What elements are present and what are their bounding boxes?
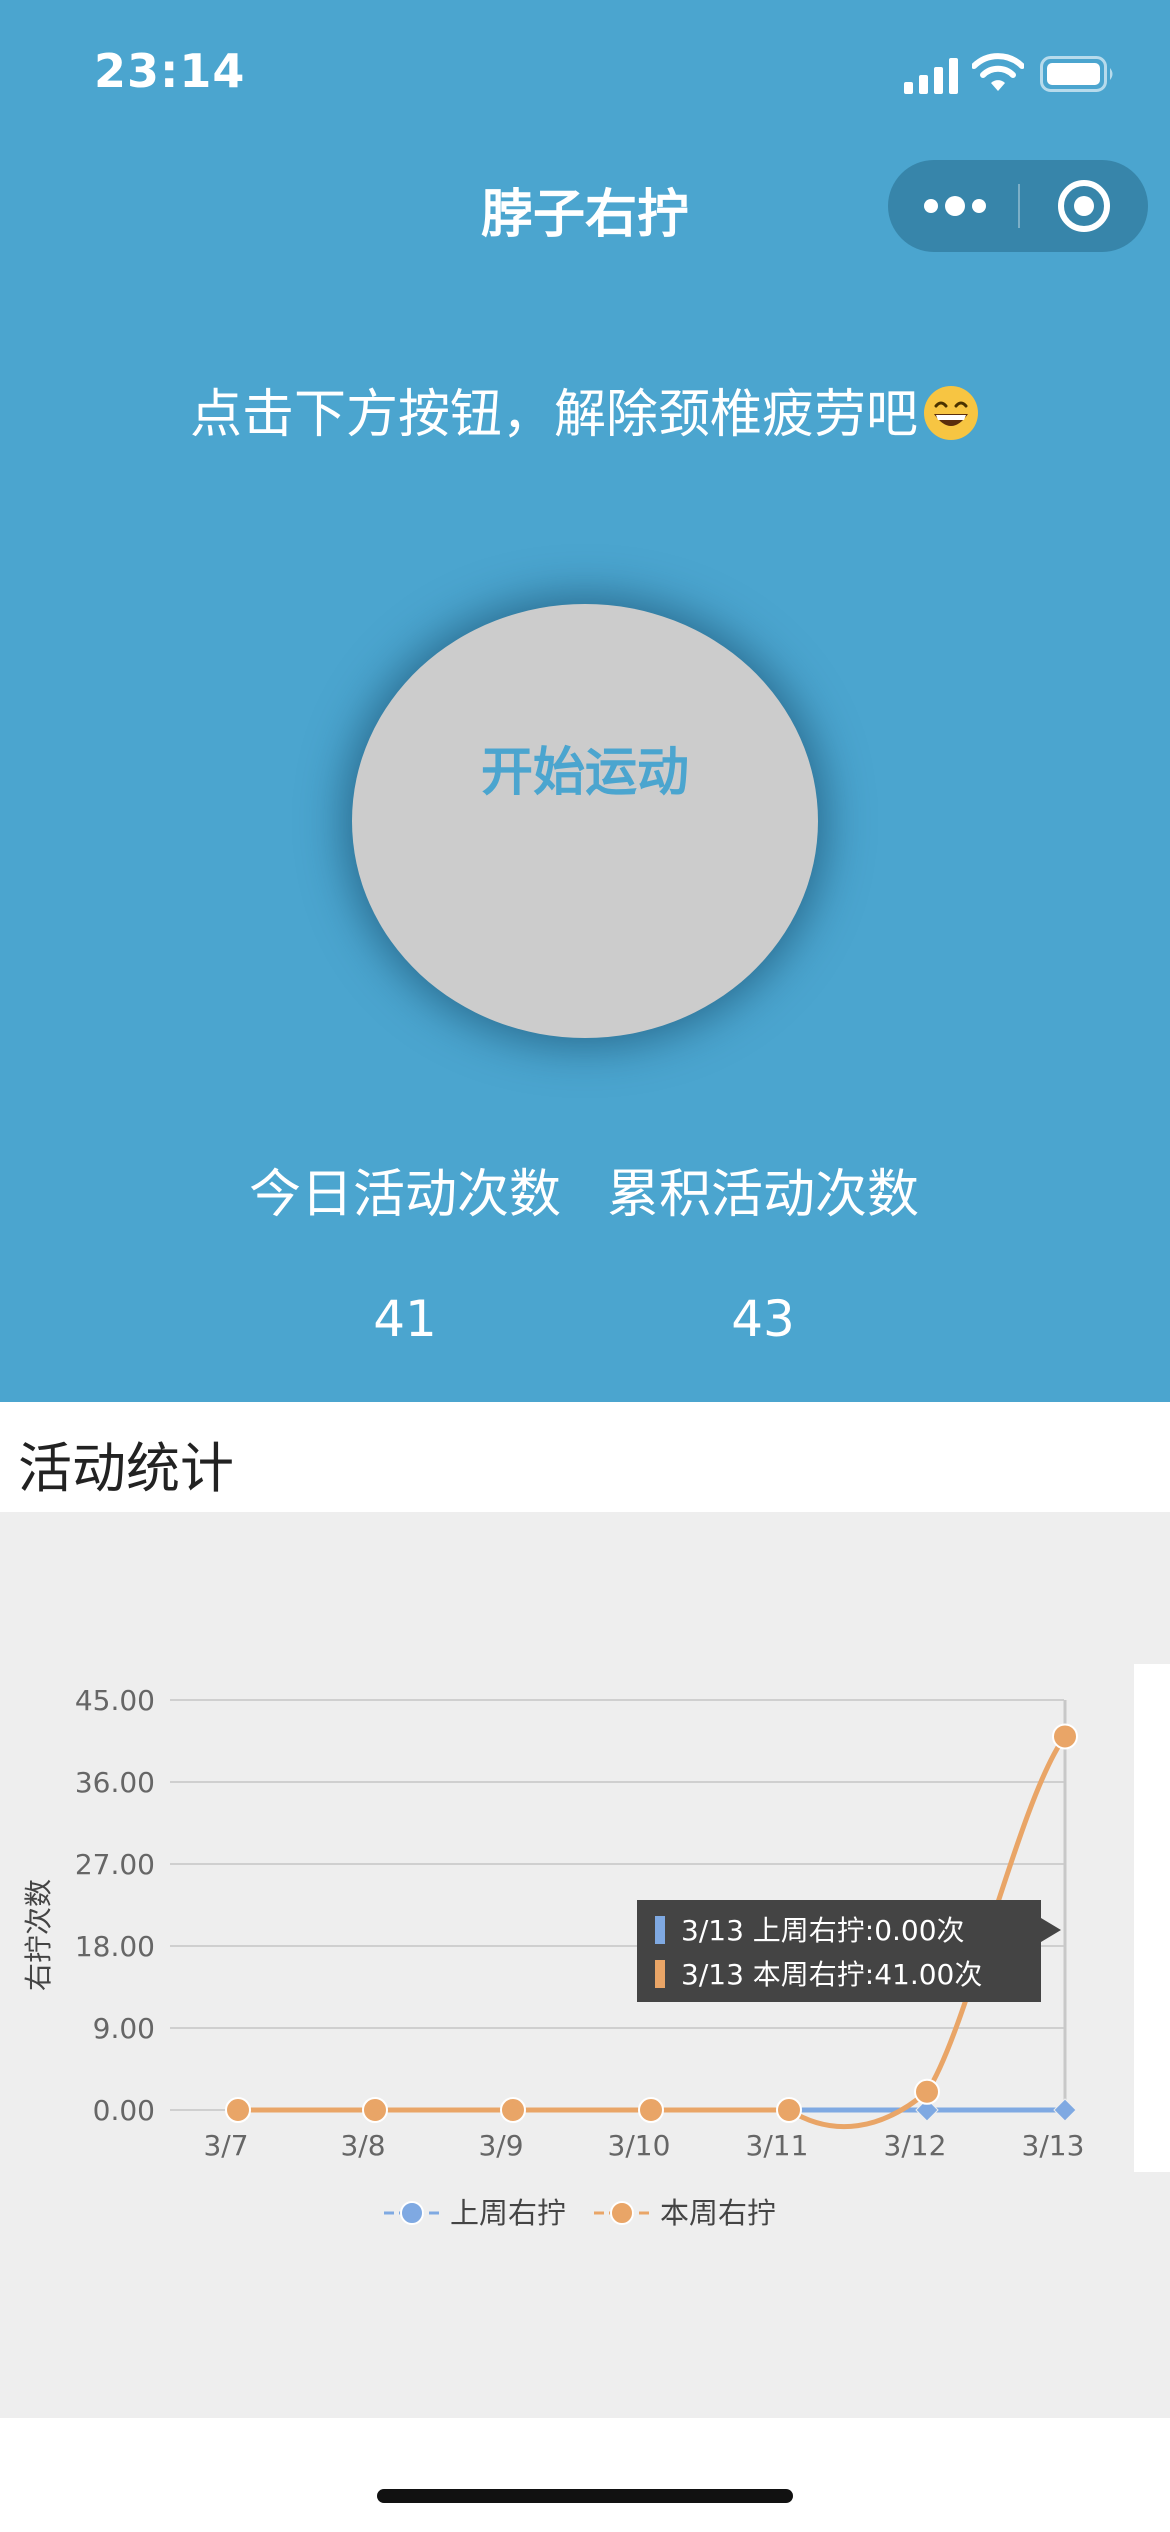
close-target-icon[interactable] [1020,160,1148,252]
cellular-signal-icon [904,58,958,94]
y-tick-label: 9.00 [93,2012,155,2045]
series-this-week-point[interactable] [638,2097,664,2123]
series-this-week-point[interactable] [362,2097,388,2123]
y-axis-title: 右拧次数 [22,1879,55,1991]
wifi-icon [972,53,1024,91]
total-count-value: 43 [731,1290,795,1348]
tooltip-line: 3/13 上周右拧:0.00次 [681,1914,965,1947]
y-tick-label: 27.00 [75,1848,155,1881]
section-title: 活动统计 [18,1437,234,1500]
series-last-week-point[interactable] [1053,2098,1077,2122]
status-bar: 23:14 [0,0,1170,140]
tooltip-swatch [655,1916,665,1944]
x-tick-label: 3/11 [746,2129,809,2162]
start-exercise-button[interactable]: 开始运动 [352,604,818,1038]
x-tick-label: 3/13 [1022,2129,1085,2162]
series-this-week-point[interactable] [1052,1723,1078,1750]
hero-panel: 23:14 脖子右拧 点击下方按钮，解除颈椎疲劳吧 开始运动 今日活动次数 累积… [0,0,1170,1402]
hint-label: 点击下方按钮，解除颈椎疲劳吧 [189,385,918,445]
legend-marker [400,2201,424,2225]
more-icon[interactable] [888,160,1018,252]
chart-side-strip [1134,1664,1170,2172]
page: 23:14 脖子右拧 点击下方按钮，解除颈椎疲劳吧 开始运动 今日活动次数 累积… [0,0,1170,2532]
hint-text: 点击下方按钮，解除颈椎疲劳吧 [0,372,1170,447]
mini-program-capsule [888,160,1148,252]
series-this-week-point[interactable] [500,2097,526,2123]
series-this-week-point[interactable] [914,2078,940,2105]
x-tick-label: 3/9 [478,2129,523,2162]
activity-line-chart[interactable]: 0.00 9.00 18.00 27.00 36.00 45.00 3/7 3/8 3/9 3/1… [0,1512,1134,2418]
y-tick-label: 0.00 [93,2094,155,2127]
y-tick-label: 45.00 [75,1684,155,1717]
legend-label-last-week[interactable]: 上周右拧 [450,2196,566,2230]
x-tick-label: 3/7 [203,2129,248,2162]
today-count-value: 41 [373,1290,437,1348]
legend-label-this-week[interactable]: 本周右拧 [660,2196,776,2230]
tooltip-swatch [655,1960,665,1988]
y-tick-label: 36.00 [75,1766,155,1799]
total-count-label: 累积活动次数 [606,1165,919,1225]
x-tick-label: 3/12 [884,2129,947,2162]
series-this-week-point[interactable] [776,2097,802,2123]
x-tick-label: 3/10 [608,2129,671,2162]
y-tick-label: 18.00 [75,1930,155,1963]
legend-marker [610,2201,634,2225]
x-tick-label: 3/8 [340,2129,385,2162]
today-count-label: 今日活动次数 [248,1165,561,1225]
tooltip-arrow [1041,1918,1061,1942]
series-this-week-point[interactable] [225,2097,251,2123]
activity-chart-panel: 0.00 9.00 18.00 27.00 36.00 45.00 3/7 3/8 3/9 3/1… [0,1512,1170,2418]
status-time: 23:14 [94,44,246,98]
start-exercise-label: 开始运动 [480,743,689,803]
grinning-face-icon [924,386,978,440]
home-indicator[interactable] [377,2489,793,2503]
tooltip-line: 3/13 本周右拧:41.00次 [681,1958,982,1991]
battery-icon [1040,56,1113,92]
